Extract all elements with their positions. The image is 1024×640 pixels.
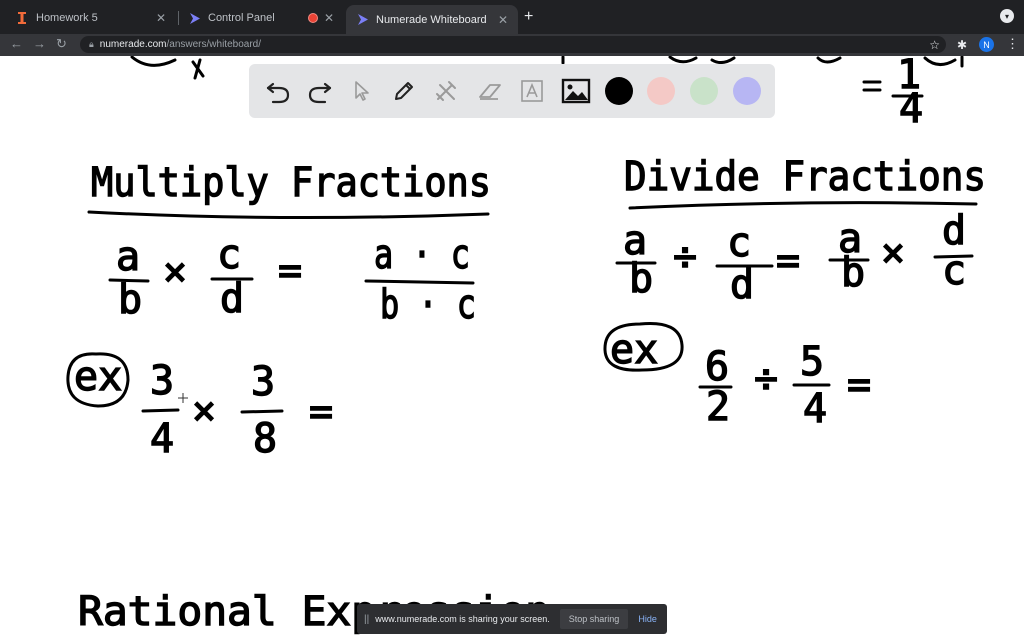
tab-title: Homework 5 <box>36 12 98 24</box>
heading-divide-fractions: Divide Fractions <box>624 154 986 200</box>
partial-stroke <box>668 56 698 64</box>
stop-sharing-button[interactable]: Stop sharing <box>559 609 629 629</box>
color-swatch-purple[interactable] <box>733 77 761 105</box>
rule-b: b <box>118 277 142 323</box>
undo-icon[interactable] <box>263 76 293 106</box>
equals-sign: = <box>847 362 871 408</box>
partial-stroke <box>710 56 736 65</box>
multiply-sign: × <box>881 230 905 276</box>
screen-share-bar: || www.numerade.com is sharing your scre… <box>357 604 667 634</box>
numerade-i-icon <box>16 12 28 24</box>
partial-stroke <box>816 56 842 64</box>
url-path: /answers/whiteboard/ <box>166 39 262 50</box>
multiply-sign: × <box>163 249 187 295</box>
close-tab-icon[interactable]: ✕ <box>156 11 166 25</box>
heading-underline <box>87 210 490 220</box>
eraser-icon[interactable] <box>475 76 505 106</box>
recording-icon <box>307 13 318 23</box>
equals-sign <box>862 80 882 92</box>
numerade-play-icon <box>188 12 200 24</box>
redo-icon[interactable] <box>305 76 335 106</box>
equals-sign: = <box>776 238 800 284</box>
equals-sign: = <box>309 389 333 435</box>
whiteboard-canvas[interactable]: 1 4 Multiply Fractions Divide Fractions … <box>0 56 1024 640</box>
more-menu-icon[interactable]: ⋮ <box>1006 36 1019 52</box>
multiply-sign: × <box>192 388 216 434</box>
rule-d: d <box>730 262 754 308</box>
color-swatch-green[interactable] <box>690 77 718 105</box>
partial-stroke <box>130 56 177 67</box>
new-tab-button[interactable]: + <box>524 8 533 26</box>
fraction-bar <box>141 408 180 413</box>
color-swatch-black[interactable] <box>605 77 633 105</box>
tab-title: Control Panel <box>208 12 275 24</box>
example-denominator-1: 4 <box>150 416 174 462</box>
rule-b: b <box>629 256 653 302</box>
browser-tab-strip: Homework 5 ✕ Control Panel ✕ Numerade Wh… <box>0 0 1024 34</box>
rule-result-denominator: b · c <box>380 282 476 328</box>
rule-a: a <box>116 234 140 280</box>
close-tab-icon[interactable]: ✕ <box>498 13 508 27</box>
example-denominator-2: 4 <box>803 386 827 432</box>
divide-sign: ÷ <box>754 356 778 402</box>
rule-d: d <box>220 276 244 322</box>
top-fraction-denominator: 4 <box>899 86 923 132</box>
numerade-play-icon <box>356 14 368 26</box>
whiteboard-toolbar <box>249 64 775 118</box>
browser-toolbar: ← → ↻ 🔒︎ numerade.com /answers/whiteboar… <box>0 34 1024 56</box>
example-numerator-2: 5 <box>800 339 824 385</box>
tab-control-panel[interactable]: Control Panel ✕ <box>178 5 344 31</box>
handwriting-layer: 1 4 Multiply Fractions Divide Fractions … <box>66 56 987 636</box>
tab-homework-5[interactable]: Homework 5 ✕ <box>6 5 176 31</box>
divide-sign: ÷ <box>673 234 697 280</box>
rule-b2: b <box>841 250 865 296</box>
tab-search-icon[interactable]: ▾ <box>1000 9 1014 23</box>
tools-icon[interactable] <box>431 76 461 106</box>
example-denominator-1: 2 <box>706 384 730 430</box>
profile-avatar[interactable]: N <box>979 37 994 52</box>
drag-grip-icon[interactable]: || <box>364 614 369 625</box>
example-numerator-2: 3 <box>251 359 275 405</box>
partial-stroke <box>923 56 964 68</box>
reload-icon[interactable]: ↻ <box>56 36 67 52</box>
lock-icon: 🔒︎ <box>89 39 94 49</box>
cursor-crosshair-icon <box>178 393 188 403</box>
color-swatch-pink[interactable] <box>647 77 675 105</box>
tab-numerade-whiteboard[interactable]: Numerade Whiteboard ✕ <box>346 5 518 34</box>
url-host: numerade.com <box>99 39 167 50</box>
select-arrow-icon[interactable] <box>347 76 377 106</box>
address-bar[interactable]: 🔒︎ numerade.com /answers/whiteboard/ ☆ <box>80 36 946 53</box>
equals-sign: = <box>278 248 302 294</box>
hide-button[interactable]: Hide <box>638 614 657 624</box>
extensions-puzzle-icon[interactable]: ✱ <box>957 38 967 52</box>
image-icon[interactable] <box>561 76 591 106</box>
tab-title: Numerade Whiteboard <box>376 13 487 26</box>
ex-label: ex <box>610 327 658 373</box>
partial-stroke <box>191 58 205 80</box>
rule-c: c <box>727 220 751 266</box>
bookmark-star-icon[interactable]: ☆ <box>929 38 940 52</box>
example-denominator-2: 8 <box>253 416 277 462</box>
fraction-bar <box>240 409 284 414</box>
text-icon[interactable] <box>517 76 547 106</box>
close-tab-icon[interactable]: ✕ <box>324 11 334 25</box>
rule-c2: c <box>942 248 966 294</box>
heading-multiply-fractions: Multiply Fractions <box>91 160 491 206</box>
example-numerator-1: 3 <box>150 358 174 404</box>
heading-underline <box>628 201 978 210</box>
rule-result-numerator: a · c <box>374 232 470 278</box>
ex-label: ex <box>74 354 122 400</box>
back-arrow-icon[interactable]: ← <box>10 36 23 51</box>
pen-icon[interactable] <box>389 76 419 106</box>
forward-arrow-icon[interactable]: → <box>33 36 46 51</box>
share-message: www.numerade.com is sharing your screen. <box>375 614 550 624</box>
rule-c: c <box>217 232 241 278</box>
